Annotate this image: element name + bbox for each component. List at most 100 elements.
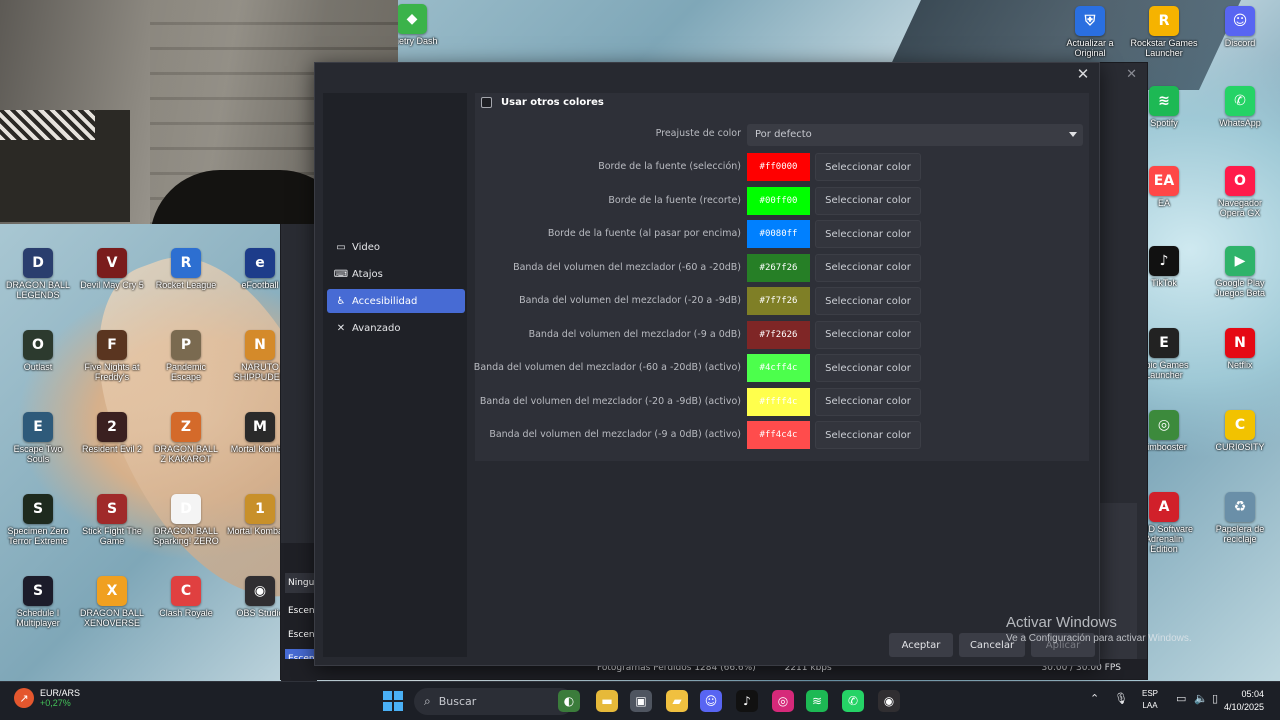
color-swatch: #ff0000	[747, 153, 810, 181]
desktop-shortcut[interactable]: Z DRAGON BALL Z KAKAROT	[152, 412, 220, 464]
desktop-shortcut[interactable]: O Navegador Opera GX	[1206, 166, 1274, 218]
folder-icon[interactable]: ▰	[666, 690, 688, 712]
desktop-shortcut[interactable]: ⛨ Actualizar a Original	[1056, 6, 1124, 58]
desktop-shortcut[interactable]: R Rockstar Games Launcher	[1130, 6, 1198, 58]
whatsapp-icon[interactable]: ✆	[842, 690, 864, 712]
desktop-shortcut[interactable]: D DRAGON BALL LEGENDS	[4, 248, 72, 300]
desktop-shortcut[interactable]: C CURIOSITY	[1206, 410, 1274, 452]
checkbox[interactable]	[481, 97, 492, 108]
select-color-button[interactable]: Seleccionar color	[815, 253, 921, 282]
color-setting-label: Banda del volumen del mezclador (-9 a 0d…	[489, 429, 741, 440]
nav-item-avanzado[interactable]: ✕ Avanzado	[327, 316, 465, 340]
store-icon[interactable]: ▣	[630, 690, 652, 712]
desktop-shortcut[interactable]: 2 Resident Evil 2	[78, 412, 146, 454]
app-icon: C	[1225, 410, 1255, 440]
desktop-shortcut[interactable]: N Netflix	[1206, 328, 1274, 370]
ticker-value: +0,27%	[40, 698, 71, 708]
accept-button[interactable]: Aceptar	[889, 633, 953, 657]
color-code: #7f2626	[759, 329, 798, 340]
discord-icon: ☺	[1225, 6, 1255, 36]
select-color-button[interactable]: Seleccionar color	[815, 354, 921, 382]
nav-item-label: Atajos	[352, 268, 383, 280]
use-other-colors-toggle[interactable]: Usar otros colores	[481, 97, 604, 108]
shortcut-label: Resident Evil 2	[81, 444, 143, 454]
color-setting-label: Banda del volumen del mezclador (-60 a -…	[513, 261, 741, 273]
desktop-shortcut[interactable]: F Five Nights at Freddy's	[78, 330, 146, 382]
scene-item[interactable]: Ningu	[285, 573, 315, 593]
wrench-icon: ✕	[336, 322, 346, 334]
preset-select[interactable]: Por defecto	[747, 124, 1083, 146]
desktop-shortcut[interactable]: P Pandemic Escape	[152, 330, 220, 382]
scene-item[interactable]: Escen	[285, 625, 315, 645]
desktop-shortcut[interactable]: S Stick Fight The Game	[78, 494, 146, 546]
tiktok-icon[interactable]: ♪	[736, 690, 758, 712]
instagram-icon[interactable]: ◎	[772, 690, 794, 712]
checkbox-label: Usar otros colores	[501, 97, 604, 108]
select-color-button[interactable]: Seleccionar color	[815, 153, 921, 181]
taskbar: ↗ EUR/ARS +0,27% ⌕ Buscar ◐ ▬ ▣ ▰ ☺ ♪ ◎ ≋ ✆ ◉ ⌃ 🎙…	[0, 681, 1280, 720]
preset-label: Preajuste de color	[655, 128, 741, 139]
nav-item-video[interactable]: ▭ Video	[327, 235, 465, 259]
search-box[interactable]: ⌕ Buscar	[414, 688, 574, 715]
desktop-shortcut[interactable]: S Schedule I Multiplayer	[4, 576, 72, 628]
discord-icon[interactable]: ☺	[700, 690, 722, 712]
game-icon: M	[245, 412, 275, 442]
network-icon[interactable]: ▭	[1176, 692, 1186, 705]
microphone-icon[interactable]: 🎙	[1114, 692, 1128, 705]
scene-item[interactable]: Escen	[285, 601, 315, 621]
date: 4/10/2025	[1223, 702, 1264, 712]
nav-item-atajos[interactable]: ⌨ Atajos	[327, 262, 465, 286]
spotify-icon[interactable]: ≋	[806, 690, 828, 712]
obs-icon[interactable]: ◉	[878, 690, 900, 712]
nav-item-accesibilidad[interactable]: ♿ Accesibilidad	[327, 289, 465, 313]
select-color-button[interactable]: Seleccionar color	[815, 421, 921, 449]
game-icon: O	[23, 330, 53, 360]
amd-icon: A	[1149, 492, 1179, 522]
nav-item-label: Avanzado	[352, 322, 401, 334]
game-icon: e	[245, 248, 275, 278]
nav-item-label: Video	[352, 241, 381, 253]
select-color-button[interactable]: Seleccionar color	[815, 387, 921, 416]
shield-icon: ⛨	[1075, 6, 1105, 36]
battery-icon[interactable]: ▯	[1212, 692, 1218, 705]
select-color-button[interactable]: Seleccionar color	[815, 220, 921, 248]
desktop-shortcut[interactable]: ▶ Google Play Juegos Beta	[1206, 246, 1274, 298]
aim-icon: ◎	[1149, 410, 1179, 440]
color-setting-label: Borde de la fuente (recorte)	[608, 194, 741, 206]
desktop-shortcut[interactable]: D DRAGON BALL Sparking! ZERO	[152, 494, 220, 546]
desktop-shortcut[interactable]: E Escape Two Souls	[4, 412, 72, 464]
color-code: #7f7f26	[759, 296, 798, 306]
color-swatch: #ff4c4c	[747, 421, 810, 449]
activation-watermark: Activar Windows Ve a Configuración para …	[1006, 614, 1192, 644]
language-indicator[interactable]: ESP LAA	[1142, 688, 1158, 712]
widget-ticker[interactable]: ↗ EUR/ARS +0,27%	[14, 688, 80, 708]
shortcut-label: Five Nights at Freddy's	[84, 362, 140, 382]
select-color-button[interactable]: Seleccionar color	[815, 320, 921, 349]
desktop-shortcut[interactable]: C Clash Royale	[152, 576, 220, 618]
chevron-up-icon[interactable]: ⌃	[1090, 692, 1099, 705]
file-explorer-icon[interactable]: ▬	[596, 690, 618, 712]
desktop-shortcut[interactable]: V Devil May Cry 5	[78, 248, 146, 290]
select-color-button[interactable]: Seleccionar color	[815, 287, 921, 315]
ea-icon: EA	[1149, 166, 1179, 196]
recycle-bin-icon: ♻	[1225, 492, 1255, 522]
desktop-shortcut[interactable]: R Rocket League	[152, 248, 220, 290]
color-setting-row: Borde de la fuente (al pasar por encima)…	[475, 220, 1089, 248]
desktop-shortcut[interactable]: O Outlast	[4, 330, 72, 372]
desktop-shortcut[interactable]: X DRAGON BALL XENOVERSE	[78, 576, 146, 628]
desktop-shortcut[interactable]: ✆ WhatsApp	[1206, 86, 1274, 128]
desktop-shortcut[interactable]: ☺ Discord	[1206, 6, 1274, 48]
shortcut-label: Stick Fight The Game	[82, 526, 142, 546]
color-swatch: #7f7f26	[747, 287, 810, 315]
select-color-button[interactable]: Seleccionar color	[815, 186, 921, 215]
shortcut-label: DRAGON BALL LEGENDS	[5, 280, 71, 300]
shortcut-label: Rockstar Games Launcher	[1130, 38, 1198, 58]
close-icon[interactable]: ✕	[1073, 65, 1093, 83]
start-button[interactable]	[383, 691, 403, 711]
clock[interactable]: 05:04 4/10/2025	[1224, 688, 1264, 714]
widgets-icon[interactable]: ◐	[558, 690, 580, 712]
desktop-shortcut[interactable]: ♻ Papelera de reciclaje	[1206, 492, 1274, 544]
desktop-shortcut[interactable]: S Specimen Zero Terror Extreme	[4, 494, 72, 546]
close-icon[interactable]: ✕	[1126, 67, 1137, 82]
volume-icon[interactable]: 🔈	[1194, 692, 1208, 705]
